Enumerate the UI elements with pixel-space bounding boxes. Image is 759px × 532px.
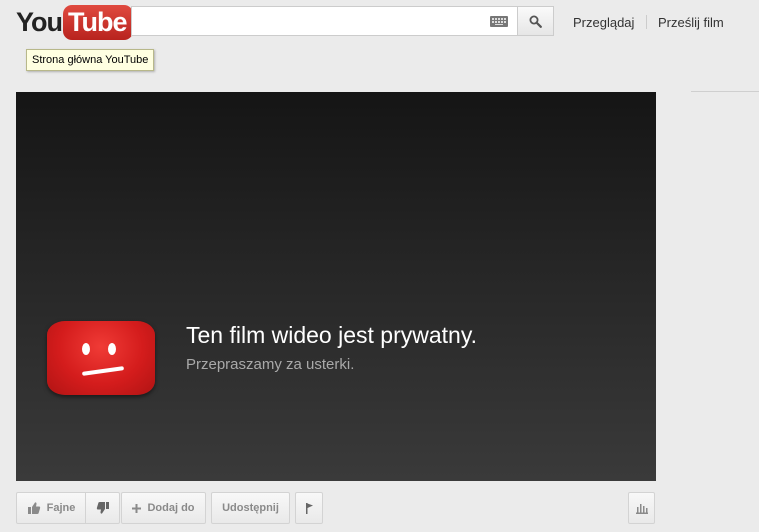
keyboard-icon[interactable] xyxy=(490,16,508,27)
search-input-wrapper[interactable] xyxy=(131,6,518,36)
like-button[interactable]: Fajne xyxy=(16,492,86,524)
error-subtitle: Przepraszamy za usterki. xyxy=(186,356,355,373)
logo-tube-text: Tube xyxy=(63,4,133,40)
search-icon xyxy=(529,15,542,28)
home-tooltip: Strona główna YouTube xyxy=(26,49,155,71)
sad-tv-mouth xyxy=(81,366,125,376)
dislike-button[interactable] xyxy=(85,492,120,524)
sidebar-divider xyxy=(691,91,759,92)
search-button[interactable] xyxy=(518,6,554,36)
sad-tv-left-eye xyxy=(82,343,90,355)
flag-button[interactable] xyxy=(295,492,323,524)
nav-upload-link[interactable]: Prześlij film xyxy=(658,15,724,30)
share-button[interactable]: Udostępnij xyxy=(211,492,290,524)
nav-browse-link[interactable]: Przeglądaj xyxy=(573,15,634,30)
sad-tv-icon xyxy=(47,321,155,395)
flag-icon xyxy=(305,502,313,514)
thumbs-down-icon xyxy=(96,502,109,514)
plus-icon xyxy=(132,503,142,513)
bar-chart-icon xyxy=(635,503,648,514)
nav-separator xyxy=(646,15,647,29)
sad-tv-right-eye xyxy=(108,343,116,355)
stats-button[interactable] xyxy=(628,492,655,524)
add-to-button[interactable]: Dodaj do xyxy=(121,492,206,524)
like-label: Fajne xyxy=(46,502,76,514)
logo-you-text: You xyxy=(16,6,63,37)
add-to-label: Dodaj do xyxy=(147,502,195,514)
search-input[interactable] xyxy=(138,8,482,36)
video-player[interactable]: Ten film wideo jest prywatny. Przeprasza… xyxy=(16,92,656,481)
thumbs-up-icon xyxy=(27,502,40,514)
youtube-logo[interactable]: You Tube xyxy=(16,3,133,41)
error-title: Ten film wideo jest prywatny. xyxy=(186,322,478,348)
share-label: Udostępnij xyxy=(222,502,279,514)
